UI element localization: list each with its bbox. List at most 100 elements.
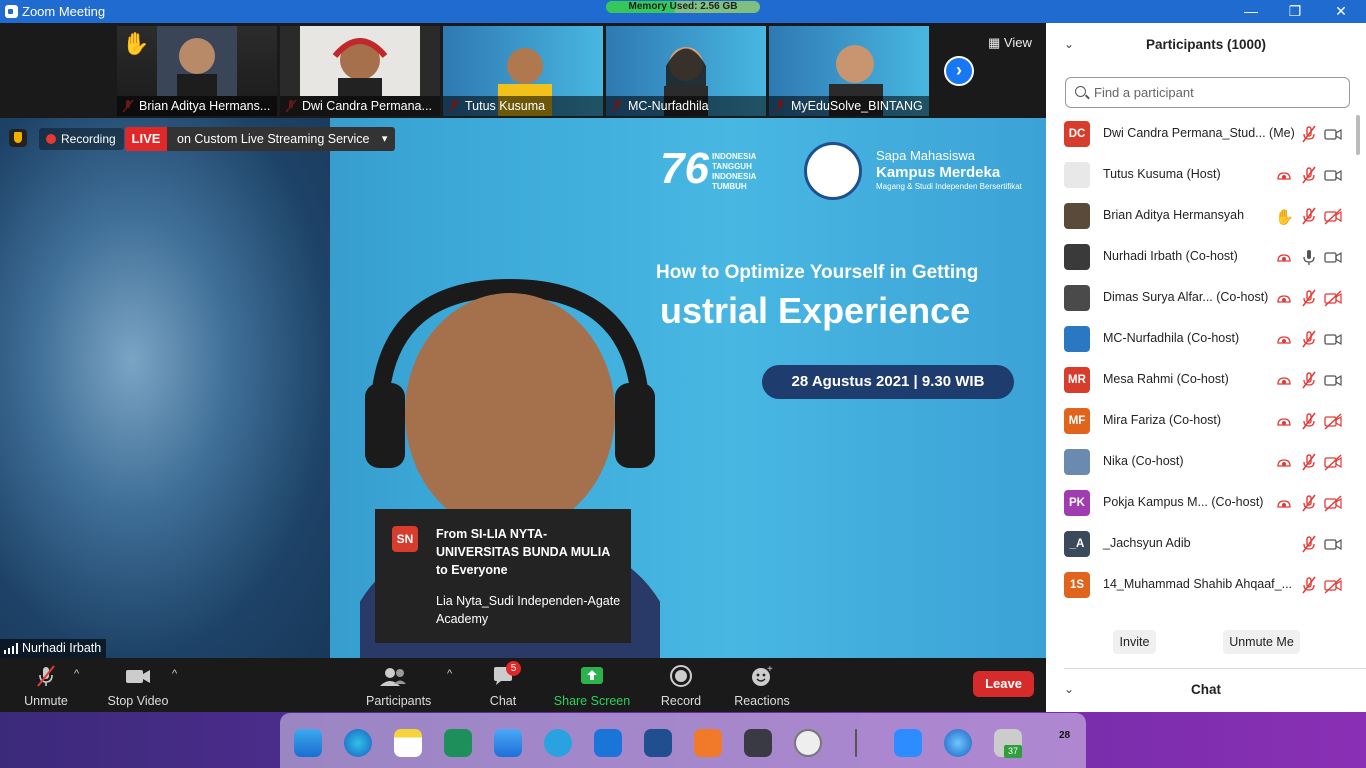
video-off-icon bbox=[1324, 453, 1342, 471]
participants-label: Participants bbox=[366, 694, 432, 708]
participant-row[interactable]: MR Mesa Rahmi (Co-host) bbox=[1046, 361, 1366, 402]
participant-row[interactable]: Tutus Kusuma (Host) bbox=[1046, 156, 1366, 197]
participant-name: Dimas Surya Alfar... (Co-host) bbox=[1103, 290, 1269, 304]
svg-text:+: + bbox=[767, 664, 773, 675]
zoom-dock-icon[interactable] bbox=[894, 729, 922, 757]
restore-button[interactable]: ❐ bbox=[1272, 0, 1318, 23]
participant-avatar: 1S bbox=[1064, 572, 1090, 598]
record-button[interactable]: Record bbox=[656, 664, 706, 708]
video-tile-tutus[interactable]: Tutus Kusuma bbox=[443, 26, 603, 116]
participants-title: Participants (1000) bbox=[1145, 37, 1267, 52]
sender-avatar: SN bbox=[392, 526, 418, 552]
participant-row[interactable]: MF Mira Fariza (Co-host) bbox=[1046, 402, 1366, 443]
video-off-icon bbox=[1324, 412, 1342, 430]
leave-button[interactable]: Leave bbox=[973, 671, 1034, 697]
participant-name: MC-Nurfadhila (Co-host) bbox=[1103, 331, 1240, 345]
pages-icon[interactable] bbox=[694, 729, 722, 757]
participant-row[interactable]: MC-Nurfadhila (Co-host) bbox=[1046, 320, 1366, 361]
video-tile-label: Tutus Kusuma bbox=[443, 96, 603, 116]
slide-logo-76: 76 bbox=[660, 144, 709, 193]
meet-icon[interactable] bbox=[444, 729, 472, 757]
video-off-icon bbox=[1324, 289, 1342, 307]
audio-options-caret[interactable]: ^ bbox=[74, 668, 79, 680]
participants-options-caret[interactable]: ^ bbox=[447, 668, 452, 680]
participant-avatar bbox=[1064, 326, 1090, 352]
muted-mic-icon bbox=[1300, 494, 1318, 512]
minimize-button[interactable]: — bbox=[1228, 0, 1274, 23]
dock-badge: 37 bbox=[1004, 745, 1022, 758]
view-label: View bbox=[1003, 35, 1032, 50]
share-screen-button[interactable]: Share Screen bbox=[552, 664, 632, 708]
participant-row[interactable]: PK Pokja Kampus M... (Co-host) bbox=[1046, 484, 1366, 525]
participant-avatar: PK bbox=[1064, 490, 1090, 516]
recording-permission-icon bbox=[1275, 371, 1293, 389]
view-button[interactable]: ▦ View bbox=[988, 35, 1032, 51]
muted-mic-icon bbox=[1300, 535, 1318, 553]
participant-name: _Jachsyun Adib bbox=[1103, 536, 1191, 550]
onedrive-icon[interactable] bbox=[594, 729, 622, 757]
mail-icon[interactable] bbox=[494, 729, 522, 757]
clock-icon[interactable] bbox=[794, 729, 822, 757]
search-icon bbox=[1075, 86, 1086, 97]
stop-video-label: Stop Video bbox=[107, 694, 169, 708]
video-tile-nurfadhila[interactable]: MC-Nurfadhila bbox=[606, 26, 766, 116]
chat-notification-popup[interactable]: SN From SI-LIA NYTA-UNIVERSITAS BUNDA MU… bbox=[375, 509, 631, 643]
notes-icon[interactable] bbox=[394, 729, 422, 757]
video-camera-icon bbox=[1324, 330, 1342, 348]
app-store-icon[interactable] bbox=[644, 729, 672, 757]
speaker-name: Nurhadi Irbath bbox=[22, 641, 102, 655]
recording-indicator[interactable]: Recording bbox=[39, 128, 124, 150]
muted-mic-icon bbox=[37, 665, 55, 687]
slide-logo-text: INDONESIA TANGGUH INDONESIA TUMBUH bbox=[712, 152, 757, 191]
finder-icon[interactable] bbox=[294, 729, 322, 757]
reactions-button[interactable]: + Reactions bbox=[732, 664, 792, 708]
participant-row[interactable]: DC Dwi Candra Permana_Stud... (Me) bbox=[1046, 115, 1366, 156]
participant-search-input[interactable]: Find a participant bbox=[1065, 77, 1350, 108]
participant-row[interactable]: Dimas Surya Alfar... (Co-host) bbox=[1046, 279, 1366, 320]
record-label: Record bbox=[660, 694, 702, 708]
invite-button[interactable]: Invite bbox=[1113, 630, 1156, 654]
muted-mic-icon bbox=[1300, 207, 1318, 225]
window-title: Zoom Meeting bbox=[22, 4, 106, 19]
video-camera-icon bbox=[1324, 535, 1342, 553]
telegram-icon[interactable] bbox=[544, 729, 572, 757]
participant-row[interactable]: Nurhadi Irbath (Co-host) bbox=[1046, 238, 1366, 279]
storage-icon[interactable] bbox=[744, 729, 772, 757]
participant-row[interactable]: Nika (Co-host) bbox=[1046, 443, 1366, 484]
next-page-arrow-button[interactable]: › bbox=[944, 56, 974, 86]
muted-mic-icon bbox=[1300, 330, 1318, 348]
video-camera-icon bbox=[126, 670, 150, 683]
participant-list-scrollbar[interactable] bbox=[1356, 115, 1360, 155]
reactions-label: Reactions bbox=[734, 694, 790, 708]
participant-avatar: MF bbox=[1064, 408, 1090, 434]
stop-video-button[interactable]: Stop Video bbox=[106, 664, 170, 708]
chat-label: Chat bbox=[489, 694, 517, 708]
video-off-icon bbox=[1324, 207, 1342, 225]
video-options-caret[interactable]: ^ bbox=[172, 668, 177, 680]
video-tile-label: MC-Nurfadhila bbox=[606, 96, 766, 116]
participant-row[interactable]: Brian Aditya Hermansyah ✋ bbox=[1046, 197, 1366, 238]
close-button[interactable]: ✕ bbox=[1318, 0, 1364, 23]
participant-row[interactable]: _A _Jachsyun Adib bbox=[1046, 525, 1366, 566]
recording-permission-icon bbox=[1275, 289, 1293, 307]
security-shield-icon[interactable] bbox=[9, 129, 27, 147]
share-screen-icon bbox=[581, 667, 603, 684]
network-icon[interactable] bbox=[944, 729, 972, 757]
unmute-me-button[interactable]: Unmute Me bbox=[1223, 630, 1300, 654]
participant-avatar bbox=[1064, 285, 1090, 311]
record-icon bbox=[670, 665, 692, 687]
dock-separator bbox=[855, 729, 857, 757]
video-tile-bintang[interactable]: MyEduSolve_BINTANG bbox=[769, 26, 929, 116]
participants-button[interactable]: 1K Participants bbox=[366, 664, 432, 708]
live-stream-dropdown[interactable]: on Custom Live Streaming Service bbox=[167, 127, 396, 151]
edge-browser-icon[interactable] bbox=[344, 729, 372, 757]
svg-text:✋: ✋ bbox=[1275, 208, 1293, 225]
slide-heading: How to Optimize Yourself in Getting bbox=[656, 262, 979, 283]
video-tile-dwi[interactable]: Dwi Candra Permana... bbox=[280, 26, 440, 116]
slide-km-title: Sapa Mahasiswa bbox=[876, 148, 975, 163]
participant-row[interactable]: 1S 14_Muhammad Shahib Ahqaaf_... bbox=[1046, 566, 1366, 607]
participant-avatar: MR bbox=[1064, 367, 1090, 393]
unmute-button[interactable]: Unmute bbox=[22, 664, 70, 708]
chat-section-header[interactable]: ⌄ Chat bbox=[1046, 679, 1366, 701]
participant-avatar: DC bbox=[1064, 121, 1090, 147]
